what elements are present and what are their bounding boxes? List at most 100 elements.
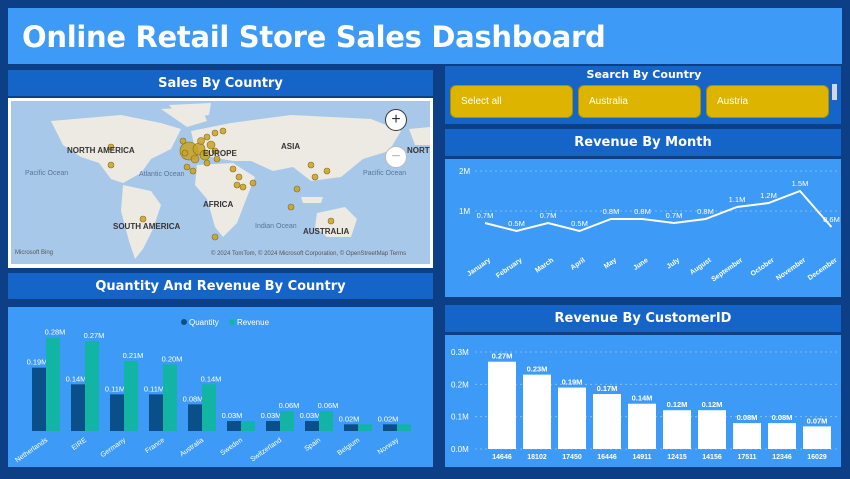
x-tick-may: May <box>603 257 618 271</box>
bar-label: 0.27M <box>492 352 513 361</box>
x-tick-france: France <box>144 437 166 455</box>
x-tick-february: February <box>495 257 524 280</box>
slicer-item-austria[interactable]: Austria <box>706 85 829 118</box>
point-label-january: 0.7M <box>477 211 494 220</box>
bar-label: 0.21M <box>123 351 144 360</box>
bar-label: 0.27M <box>84 331 105 340</box>
bar-quantity-belgium <box>344 424 358 431</box>
x-tick-17511: 17511 <box>737 454 756 461</box>
x-tick-australia: Australia <box>179 437 205 458</box>
point-label-november: 1.5M <box>792 179 809 188</box>
bar-label: 0.08M <box>183 394 204 403</box>
y-tick: 1M <box>459 207 470 216</box>
x-tick-netherlands: Netherlands <box>14 437 49 465</box>
world-map: NORTH AMERICA EUROPE ASIA AFRICA SOUTH A… <box>11 101 430 264</box>
bar-label: 0.14M <box>632 394 653 403</box>
slicer-item-select-all[interactable]: Select all <box>450 85 573 118</box>
bar-label: 0.28M <box>45 328 66 337</box>
x-tick-july: July <box>666 257 682 271</box>
sales-map[interactable]: NORTH AMERICA EUROPE ASIA AFRICA SOUTH A… <box>11 101 430 264</box>
point-label-june: 0.8M <box>634 207 651 216</box>
legend-quantity-marker <box>181 319 187 325</box>
x-tick-september: September <box>710 257 744 284</box>
bar-quantity-eire <box>71 384 85 431</box>
x-tick-january: January <box>466 257 492 278</box>
zoom-in-button[interactable]: + <box>385 109 407 131</box>
bar-quantity-australia <box>188 404 202 431</box>
x-tick-october: October <box>750 257 776 278</box>
qty-rev-chart: Quantity Revenue 0.19M 0.28M Netherlands 0.14… <box>14 318 411 465</box>
x-tick-14646: 14646 <box>492 454 512 461</box>
bar-customer-17511 <box>733 423 761 449</box>
sales-by-country-header: Sales By Country <box>8 70 433 96</box>
map-label-pacific-left: Pacific Ocean <box>25 170 68 177</box>
qty-rev-panel: Quantity Revenue 0.19M 0.28M Netherlands 0.14… <box>8 307 433 467</box>
bar-label: 0.23M <box>527 365 548 374</box>
map-label-asia: ASIA <box>281 142 300 151</box>
point-label-september: 1.1M <box>729 195 746 204</box>
bar-revenue-eire <box>85 341 99 431</box>
bar-customer-12346 <box>768 423 796 449</box>
bar-label: 0.14M <box>201 374 222 383</box>
bar-revenue-spain <box>319 411 333 431</box>
x-tick-germany: Germany <box>100 437 128 460</box>
x-tick-14911: 14911 <box>632 454 651 461</box>
bar-label: 0.07M <box>807 416 828 425</box>
bar-label: 0.14M <box>66 374 87 383</box>
bar-customer-12415 <box>663 410 691 449</box>
title-bar: Online Retail Store Sales Dashboard <box>8 8 842 64</box>
y-tick: 0.3M <box>451 348 469 357</box>
map-label-north-america: NORTH AMERICA <box>67 146 135 155</box>
slicer-scrollbar[interactable] <box>832 84 837 100</box>
y-tick: 2M <box>459 167 470 176</box>
bar-revenue-germany <box>124 361 138 431</box>
map-label-africa: AFRICA <box>203 200 233 209</box>
y-tick: 0.2M <box>451 380 469 389</box>
qty-rev-header: Quantity And Revenue By Country <box>8 273 433 299</box>
bar-revenue-netherlands <box>46 337 60 431</box>
bar-quantity-germany <box>110 394 124 431</box>
bar-label: 0.08M <box>737 413 758 422</box>
zoom-out-button[interactable]: − <box>385 146 407 168</box>
bar-label: 0.06M <box>318 401 339 410</box>
bar-label: 0.19M <box>562 378 583 387</box>
x-tick-november: November <box>775 257 807 283</box>
bar-quantity-spain <box>305 421 319 431</box>
bar-customer-17450 <box>558 387 586 449</box>
slicer-item-australia[interactable]: Australia <box>578 85 701 118</box>
bar-revenue-belgium <box>358 424 372 431</box>
bar-revenue-australia <box>202 384 216 431</box>
revenue-customer-panel: 0.0M 0.1M 0.2M 0.3M 0.27M 14646 0.23M 18102 0.19… <box>445 335 841 467</box>
bar-label: 0.03M <box>261 411 282 420</box>
bar-revenue-france <box>163 364 177 431</box>
map-label-south-america: SOUTH AMERICA <box>113 222 180 231</box>
bar-revenue-sweden <box>241 421 255 431</box>
bing-logo: Microsoft Bing <box>15 250 54 256</box>
dashboard-title: Online Retail Store Sales Dashboard <box>22 20 606 54</box>
bar-label: 0.20M <box>162 354 183 363</box>
bar-quantity-netherlands <box>32 367 46 431</box>
legend-revenue: Revenue <box>237 318 270 327</box>
bar-label: 0.06M <box>279 401 300 410</box>
x-tick-norway: Norway <box>377 437 401 457</box>
bar-label: 0.11M <box>105 384 125 393</box>
map-label-australia: AUSTRALIA <box>303 227 349 236</box>
bar-customer-16029 <box>803 426 831 449</box>
x-tick-june: June <box>632 257 649 272</box>
x-tick-17450: 17450 <box>562 454 582 461</box>
bar-revenue-switzerland <box>280 411 294 431</box>
x-tick-12415: 12415 <box>667 454 687 461</box>
x-tick-14156: 14156 <box>702 454 722 461</box>
bar-label: 0.02M <box>378 414 399 423</box>
x-tick-december: December <box>807 257 839 282</box>
x-tick-belgium: Belgium <box>336 437 361 457</box>
bar-quantity-sweden <box>227 421 241 431</box>
x-tick-august: August <box>689 257 713 277</box>
x-tick-march: March <box>534 257 555 275</box>
revenue-month-panel: 1M 2M 0.7M January 0.5M February 0.7M March 0.5M… <box>445 159 841 297</box>
bar-customer-16446 <box>593 394 621 449</box>
x-tick-18102: 18102 <box>527 454 547 461</box>
bar-label: 0.02M <box>339 414 360 423</box>
bar-quantity-switzerland <box>266 421 280 431</box>
x-tick-eire: EIRE <box>71 437 89 452</box>
